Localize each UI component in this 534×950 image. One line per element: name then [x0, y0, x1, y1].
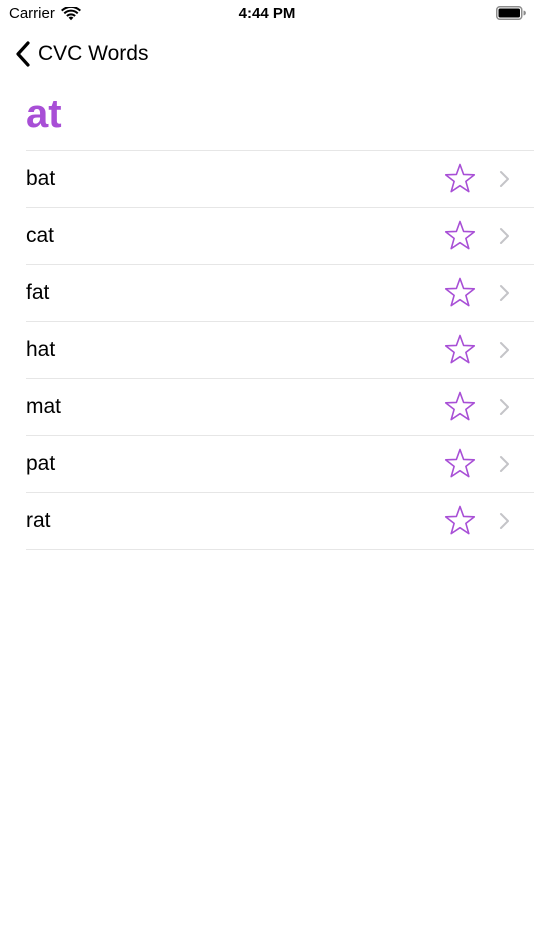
chevron-right-icon — [500, 342, 509, 358]
chevron-right-icon — [500, 285, 509, 301]
star-outline-icon[interactable] — [443, 391, 477, 423]
word-row-cat[interactable]: cat — [26, 208, 534, 265]
word-label: bat — [26, 167, 56, 190]
word-label: hat — [26, 338, 56, 361]
star-outline-icon[interactable] — [443, 277, 477, 309]
page-title: at — [26, 92, 62, 136]
chevron-right-icon — [500, 171, 509, 187]
status-bar: Carrier 4:44 PM — [0, 0, 534, 28]
word-label: mat — [26, 395, 62, 418]
word-row-pat[interactable]: pat — [26, 436, 534, 493]
star-outline-icon[interactable] — [443, 505, 477, 537]
word-label: fat — [26, 281, 50, 304]
word-label: pat — [26, 452, 56, 475]
word-row-mat[interactable]: mat — [26, 379, 534, 436]
battery-icon — [496, 6, 526, 20]
star-outline-icon[interactable] — [443, 448, 477, 480]
star-outline-icon[interactable] — [443, 163, 477, 195]
word-label: cat — [26, 224, 55, 247]
word-row-rat[interactable]: rat — [26, 493, 534, 550]
status-time: 4:44 PM — [238, 5, 296, 22]
word-label: rat — [26, 509, 51, 532]
word-list: bat cat fat hat mat pat rat — [26, 150, 534, 550]
navigation-bar: CVC Words — [0, 36, 534, 72]
chevron-left-icon — [16, 41, 30, 67]
word-row-hat[interactable]: hat — [26, 322, 534, 379]
chevron-right-icon — [500, 399, 509, 415]
chevron-right-icon — [500, 228, 509, 244]
chevron-right-icon — [500, 456, 509, 472]
chevron-right-icon — [500, 513, 509, 529]
star-outline-icon[interactable] — [443, 220, 477, 252]
star-outline-icon[interactable] — [443, 334, 477, 366]
word-row-bat[interactable]: bat — [26, 151, 534, 208]
back-button-label: CVC Words — [38, 42, 149, 65]
word-row-fat[interactable]: fat — [26, 265, 534, 322]
back-button[interactable]: CVC Words — [14, 40, 148, 68]
